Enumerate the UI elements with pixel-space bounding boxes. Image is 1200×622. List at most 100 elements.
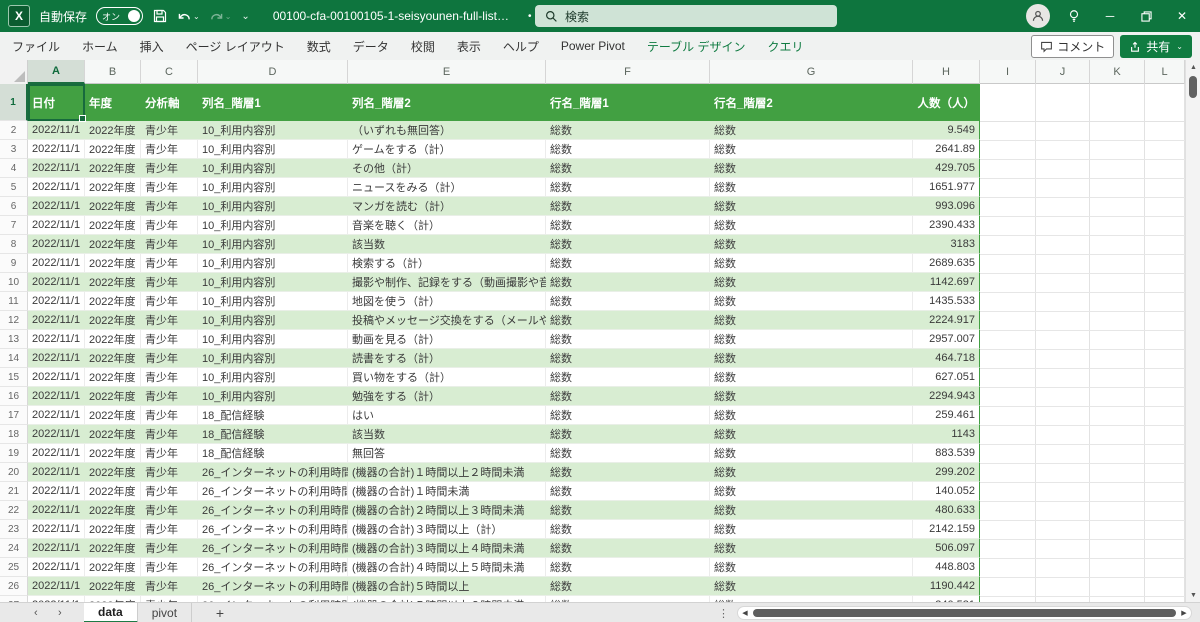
row-number-24[interactable]: 24: [0, 539, 28, 558]
cell[interactable]: 10_利用内容別: [198, 159, 348, 178]
cell[interactable]: 26_インターネットの利用時間: [198, 501, 348, 520]
cell[interactable]: 総数: [546, 273, 710, 292]
cell[interactable]: 行名_階層1: [546, 84, 710, 121]
row-number-3[interactable]: 3: [0, 140, 28, 159]
column-header-J[interactable]: J: [1036, 60, 1090, 84]
cell[interactable]: 列名_階層1: [198, 84, 348, 121]
cell[interactable]: 該当数: [348, 425, 546, 444]
customize-quick-access-button[interactable]: ⌄: [240, 11, 249, 22]
cell[interactable]: 2022/11/1: [28, 558, 85, 577]
ribbon-tab-挿入[interactable]: 挿入: [140, 38, 164, 55]
cell[interactable]: (機器の合計)４時間以上５時間未満: [348, 558, 546, 577]
cell[interactable]: 総数: [710, 292, 913, 311]
cell[interactable]: その他（計）: [348, 159, 546, 178]
cell[interactable]: 2022/11/1: [28, 501, 85, 520]
cell[interactable]: 年度: [85, 84, 141, 121]
cell[interactable]: 10_利用内容別: [198, 121, 348, 140]
cell[interactable]: 10_利用内容別: [198, 254, 348, 273]
close-button[interactable]: ✕: [1164, 0, 1200, 32]
cell[interactable]: 総数: [710, 539, 913, 558]
cell[interactable]: 青少年: [141, 558, 198, 577]
cell[interactable]: 2022/11/1: [28, 349, 85, 368]
cell[interactable]: 1435.533: [913, 292, 980, 311]
cell[interactable]: 2641.89: [913, 140, 980, 159]
row-number-17[interactable]: 17: [0, 406, 28, 425]
cell[interactable]: 勉強をする（計）: [348, 387, 546, 406]
cell[interactable]: 299.202: [913, 463, 980, 482]
cell[interactable]: 総数: [710, 368, 913, 387]
cell[interactable]: 26_インターネットの利用時間: [198, 520, 348, 539]
cell[interactable]: 総数: [710, 216, 913, 235]
cell[interactable]: 総数: [710, 197, 913, 216]
cell[interactable]: 総数: [710, 482, 913, 501]
cell[interactable]: 1651.977: [913, 178, 980, 197]
cell[interactable]: 総数: [710, 387, 913, 406]
cell[interactable]: 2022/11/1: [28, 577, 85, 596]
cell[interactable]: 総数: [546, 140, 710, 159]
ribbon-tab-ヘルプ[interactable]: ヘルプ: [503, 38, 539, 55]
cell[interactable]: 総数: [546, 501, 710, 520]
ribbon-tab-power-pivot[interactable]: Power Pivot: [561, 39, 625, 53]
cell[interactable]: 総数: [546, 577, 710, 596]
cell[interactable]: 2022年度: [85, 235, 141, 254]
ribbon-tab-校閲[interactable]: 校閲: [411, 38, 435, 55]
cell[interactable]: 青少年: [141, 520, 198, 539]
row-number-2[interactable]: 2: [0, 121, 28, 140]
cell[interactable]: 2957.007: [913, 330, 980, 349]
cell[interactable]: 買い物をする（計）: [348, 368, 546, 387]
cell[interactable]: 青少年: [141, 349, 198, 368]
cell[interactable]: 3183: [913, 235, 980, 254]
cell[interactable]: 日付: [28, 84, 85, 121]
cell[interactable]: 総数: [546, 482, 710, 501]
vertical-scrollbar-thumb[interactable]: [1189, 76, 1197, 98]
cell[interactable]: 10_利用内容別: [198, 273, 348, 292]
column-header-A[interactable]: A: [28, 60, 85, 84]
cell[interactable]: 検索する（計）: [348, 254, 546, 273]
cell[interactable]: 総数: [710, 254, 913, 273]
cell[interactable]: 総数: [710, 501, 913, 520]
cell[interactable]: 506.097: [913, 539, 980, 558]
cell[interactable]: 1143: [913, 425, 980, 444]
cell[interactable]: 2022年度: [85, 387, 141, 406]
cell[interactable]: 総数: [710, 558, 913, 577]
scroll-right-icon[interactable]: ▶: [1177, 609, 1191, 617]
cell[interactable]: 2022年度: [85, 406, 141, 425]
cell[interactable]: 分析軸: [141, 84, 198, 121]
cell[interactable]: 総数: [546, 235, 710, 254]
cell[interactable]: 2022/11/1: [28, 159, 85, 178]
cell[interactable]: 2022年度: [85, 444, 141, 463]
cell[interactable]: 993.096: [913, 197, 980, 216]
cell[interactable]: 青少年: [141, 577, 198, 596]
row-number-20[interactable]: 20: [0, 463, 28, 482]
cell[interactable]: 448.803: [913, 558, 980, 577]
cell[interactable]: 総数: [546, 159, 710, 178]
cell[interactable]: 列名_階層2: [348, 84, 546, 121]
row-number-25[interactable]: 25: [0, 558, 28, 577]
cell[interactable]: 429.705: [913, 159, 980, 178]
column-header-E[interactable]: E: [348, 60, 546, 84]
column-header-I[interactable]: I: [980, 60, 1036, 84]
cell[interactable]: 1142.697: [913, 273, 980, 292]
cell[interactable]: 青少年: [141, 463, 198, 482]
cell[interactable]: 2022年度: [85, 463, 141, 482]
cell[interactable]: 2022/11/1: [28, 254, 85, 273]
ribbon-tab-クエリ[interactable]: クエリ: [768, 38, 804, 55]
cell[interactable]: (機器の合計)３時間以上（計）: [348, 520, 546, 539]
cell[interactable]: 青少年: [141, 330, 198, 349]
empty-columns-area[interactable]: [980, 84, 1185, 602]
cell[interactable]: 2022年度: [85, 501, 141, 520]
cell[interactable]: 青少年: [141, 121, 198, 140]
cell[interactable]: 10_利用内容別: [198, 368, 348, 387]
cell[interactable]: ゲームをする（計）: [348, 140, 546, 159]
cell[interactable]: 総数: [546, 254, 710, 273]
cell[interactable]: 地図を使う（計）: [348, 292, 546, 311]
add-sheet-button[interactable]: +: [208, 603, 232, 622]
cell[interactable]: 10_利用内容別: [198, 330, 348, 349]
cell[interactable]: 2022/11/1: [28, 463, 85, 482]
row-number-8[interactable]: 8: [0, 235, 28, 254]
row-number-19[interactable]: 19: [0, 444, 28, 463]
cell[interactable]: 2022/11/1: [28, 406, 85, 425]
cell[interactable]: 2022年度: [85, 349, 141, 368]
cell[interactable]: (機器の合計)１時間以上２時間未満: [348, 463, 546, 482]
cell[interactable]: 883.539: [913, 444, 980, 463]
